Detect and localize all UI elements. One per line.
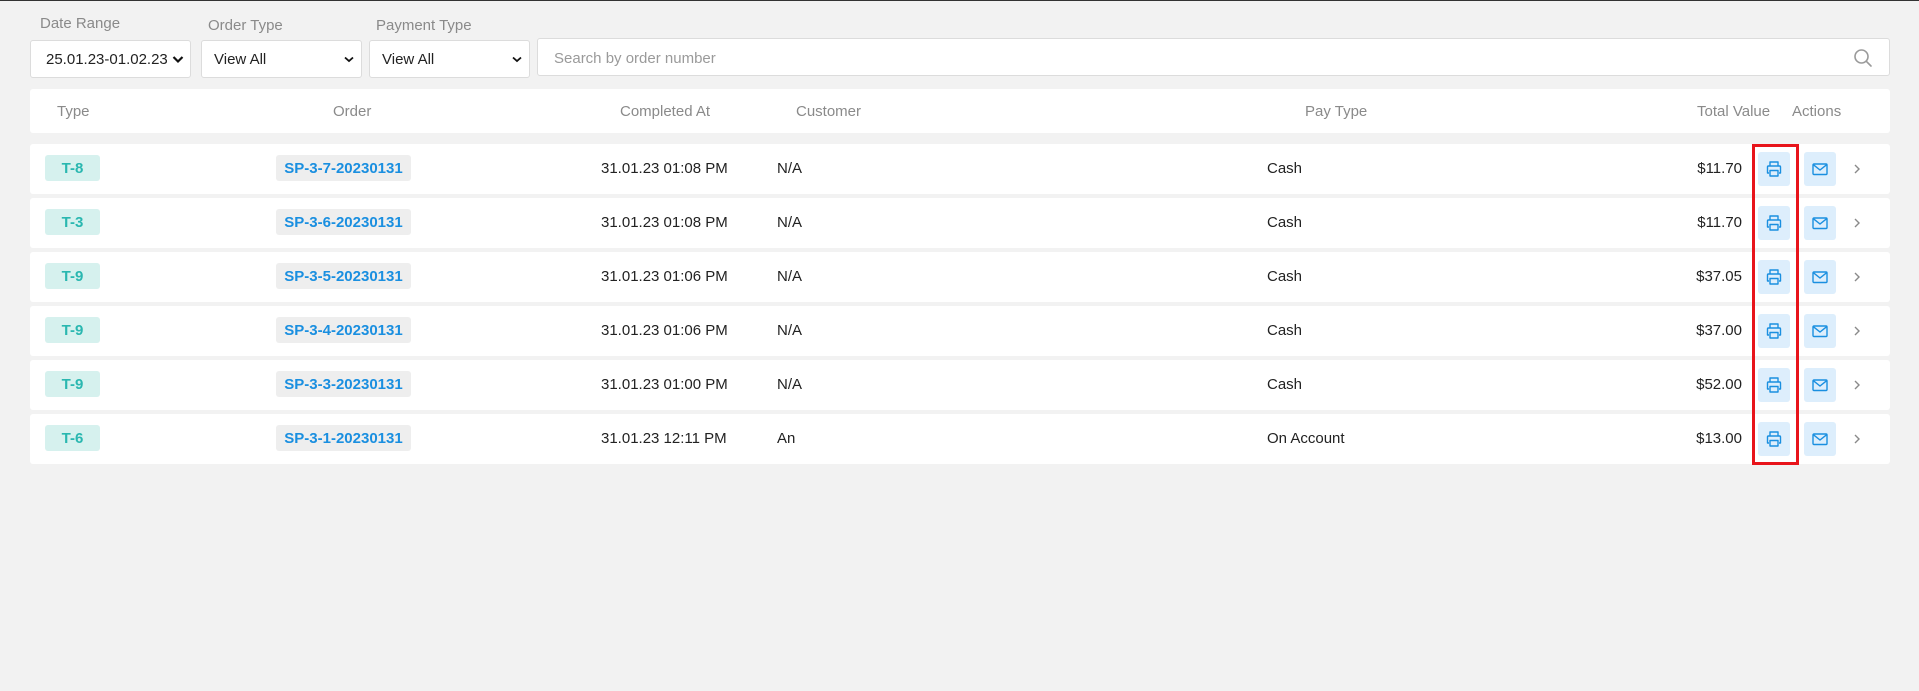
header-type[interactable]: Type (57, 103, 90, 120)
chevron-right-icon[interactable] (1852, 433, 1862, 445)
order-type-value: View All (214, 50, 267, 68)
table-row[interactable]: T-9 SP-3-3-20230131 31.01.23 01:00 PM N/… (30, 360, 1890, 410)
order-number-link[interactable]: SP-3-4-20230131 (276, 317, 411, 343)
chevron-right-icon[interactable] (1852, 379, 1862, 391)
customer: N/A (777, 214, 803, 231)
print-button[interactable] (1758, 152, 1790, 186)
order-type-label: Order Type (208, 17, 283, 34)
type-badge: T-8 (45, 155, 100, 181)
email-button[interactable] (1804, 314, 1836, 348)
header-pay-type[interactable]: Pay Type (1305, 103, 1367, 120)
pay-type: Cash (1267, 160, 1303, 177)
chevron-down-icon (344, 56, 354, 63)
total-value: $13.00 (1696, 430, 1742, 447)
email-button[interactable] (1804, 206, 1836, 240)
type-badge: T-9 (45, 371, 100, 397)
date-range-value: 25.01.23-01.02.23 (46, 50, 168, 68)
order-number-link[interactable]: SP-3-7-20230131 (276, 155, 411, 181)
search-icon[interactable] (1853, 48, 1873, 68)
pay-type: Cash (1267, 214, 1303, 231)
chevron-right-icon[interactable] (1852, 217, 1862, 229)
chevron-right-icon[interactable] (1852, 163, 1862, 175)
total-value: $52.00 (1696, 376, 1742, 393)
type-badge: T-9 (45, 263, 100, 289)
chevron-right-icon[interactable] (1852, 325, 1862, 337)
completed-at: 31.01.23 01:06 PM (601, 322, 728, 339)
type-badge: T-9 (45, 317, 100, 343)
completed-at: 31.01.23 01:00 PM (601, 376, 728, 393)
mail-icon (1812, 217, 1828, 230)
date-range-select[interactable]: 25.01.23-01.02.23 (30, 40, 191, 78)
print-button[interactable] (1758, 422, 1790, 456)
customer: N/A (777, 268, 803, 285)
chevron-down-icon (512, 56, 522, 63)
customer: An (777, 430, 796, 447)
order-type-select[interactable]: View All (201, 40, 362, 78)
mail-icon (1812, 163, 1828, 176)
print-button[interactable] (1758, 206, 1790, 240)
chevron-down-icon (172, 56, 184, 64)
printer-icon (1766, 269, 1782, 285)
printer-icon (1766, 161, 1782, 177)
printer-icon (1766, 323, 1782, 339)
type-badge: T-6 (45, 425, 100, 451)
print-button[interactable] (1758, 314, 1790, 348)
pay-type: Cash (1267, 322, 1303, 339)
search-input[interactable] (552, 39, 1836, 77)
pay-type: Cash (1267, 376, 1303, 393)
table-row[interactable]: T-8 SP-3-7-20230131 31.01.23 01:08 PM N/… (30, 144, 1890, 194)
completed-at: 31.01.23 01:08 PM (601, 214, 728, 231)
customer: N/A (777, 160, 803, 177)
table-row[interactable]: T-6 SP-3-1-20230131 31.01.23 12:11 PM An… (30, 414, 1890, 464)
printer-icon (1766, 215, 1782, 231)
order-number-link[interactable]: SP-3-5-20230131 (276, 263, 411, 289)
header-completed-at[interactable]: Completed At (620, 103, 710, 120)
table-row[interactable]: T-9 SP-3-4-20230131 31.01.23 01:06 PM N/… (30, 306, 1890, 356)
order-number-link[interactable]: SP-3-3-20230131 (276, 371, 411, 397)
header-actions: Actions (1792, 103, 1842, 120)
payment-type-label: Payment Type (376, 17, 472, 34)
header-customer[interactable]: Customer (796, 103, 861, 120)
print-button[interactable] (1758, 368, 1790, 402)
table-row[interactable]: T-3 SP-3-6-20230131 31.01.23 01:08 PM N/… (30, 198, 1890, 248)
search-box (537, 38, 1890, 77)
date-range-label: Date Range (40, 15, 121, 32)
header-order[interactable]: Order (333, 103, 371, 120)
header-total-value[interactable]: Total Value (1697, 103, 1770, 120)
completed-at: 31.01.23 12:11 PM (601, 430, 727, 447)
filters-bar: Date Range 25.01.23-01.02.23 Order Type … (0, 1, 1919, 81)
pay-type: Cash (1267, 268, 1303, 285)
order-number-link[interactable]: SP-3-1-20230131 (276, 425, 411, 451)
customer: N/A (777, 322, 803, 339)
completed-at: 31.01.23 01:08 PM (601, 160, 728, 177)
printer-icon (1766, 431, 1782, 447)
table-header: Type Order Completed At Customer Pay Typ… (30, 89, 1890, 133)
payment-type-value: View All (382, 50, 435, 68)
email-button[interactable] (1804, 152, 1836, 186)
completed-at: 31.01.23 01:06 PM (601, 268, 728, 285)
mail-icon (1812, 271, 1828, 284)
total-value: $11.70 (1697, 214, 1742, 231)
email-button[interactable] (1804, 260, 1836, 294)
customer: N/A (777, 376, 803, 393)
total-value: $11.70 (1697, 160, 1742, 177)
email-button[interactable] (1804, 368, 1836, 402)
payment-type-select[interactable]: View All (369, 40, 530, 78)
mail-icon (1812, 379, 1828, 392)
mail-icon (1812, 433, 1828, 446)
total-value: $37.05 (1696, 268, 1742, 285)
email-button[interactable] (1804, 422, 1836, 456)
chevron-right-icon[interactable] (1852, 271, 1862, 283)
pay-type: On Account (1267, 430, 1345, 447)
total-value: $37.00 (1696, 322, 1742, 339)
printer-icon (1766, 377, 1782, 393)
table-row[interactable]: T-9 SP-3-5-20230131 31.01.23 01:06 PM N/… (30, 252, 1890, 302)
print-button[interactable] (1758, 260, 1790, 294)
order-number-link[interactable]: SP-3-6-20230131 (276, 209, 411, 235)
type-badge: T-3 (45, 209, 100, 235)
mail-icon (1812, 325, 1828, 338)
